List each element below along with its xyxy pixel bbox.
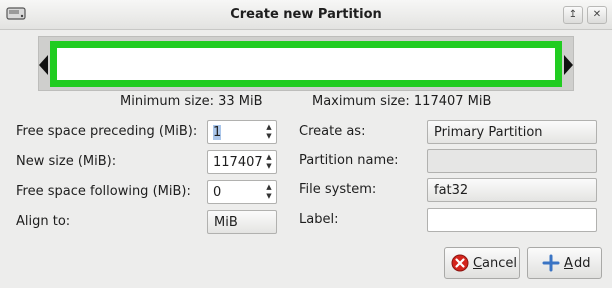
maximum-size-label: Maximum size: 117407 MiB (312, 94, 492, 109)
add-mnemonic: A (564, 256, 573, 271)
cancel-mnemonic: C (473, 256, 483, 271)
align-to-value: MiB (214, 215, 238, 230)
window-title: Create new Partition (230, 7, 382, 22)
spin-arrows-icon[interactable]: ▲ ▼ (265, 153, 273, 171)
close-icon: ✕ (592, 9, 602, 20)
cancel-button[interactable]: Cancel (444, 247, 520, 279)
restore-icon: ↥ (568, 9, 578, 20)
right-resize-handle[interactable] (564, 55, 573, 75)
free-space-preceding-label: Free space preceding (MiB): (16, 124, 198, 139)
partition-name-field[interactable] (427, 149, 597, 173)
free-space-following-spinbox[interactable]: 0 ▲ ▼ (207, 180, 277, 204)
free-space-following-value: 0 (213, 185, 222, 200)
partition-resizer[interactable] (38, 36, 574, 91)
free-space-preceding-value: 1 (213, 125, 222, 140)
file-system-combo[interactable]: fat32 (427, 178, 597, 202)
file-system-label: File system: (299, 182, 377, 197)
create-as-value: Primary Partition (434, 125, 543, 140)
label-field[interactable] (427, 208, 597, 232)
add-label: dd (574, 256, 591, 271)
create-as-label: Create as: (299, 124, 366, 139)
free-space-preceding-spinbox[interactable]: 1 ▲ ▼ (207, 120, 277, 144)
align-to-combo[interactable]: MiB (207, 210, 277, 234)
label-label: Label: (299, 212, 339, 227)
free-space-following-label: Free space following (MiB): (16, 184, 191, 199)
create-as-combo[interactable]: Primary Partition (427, 120, 597, 144)
new-size-label: New size (MiB): (16, 154, 117, 169)
align-to-label: Align to: (16, 214, 71, 229)
file-system-value: fat32 (434, 183, 469, 198)
left-resize-handle[interactable] (39, 55, 48, 75)
partition-block[interactable] (50, 41, 562, 87)
title-bar: Create new Partition ↥ ✕ (0, 0, 612, 30)
partition-name-label: Partition name: (299, 153, 399, 168)
spin-arrows-icon[interactable]: ▲ ▼ (265, 123, 273, 141)
add-button[interactable]: Add (527, 247, 602, 279)
cancel-label: ancel (482, 256, 517, 271)
new-size-spinbox[interactable]: 117407 ▲ ▼ (207, 150, 277, 174)
minimum-size-label: Minimum size: 33 MiB (120, 94, 263, 109)
add-icon (542, 254, 560, 272)
cancel-icon (451, 254, 469, 272)
close-button[interactable]: ✕ (587, 6, 607, 24)
restore-button[interactable]: ↥ (563, 6, 583, 24)
new-size-value: 117407 (213, 155, 263, 170)
spin-arrows-icon[interactable]: ▲ ▼ (265, 183, 273, 201)
